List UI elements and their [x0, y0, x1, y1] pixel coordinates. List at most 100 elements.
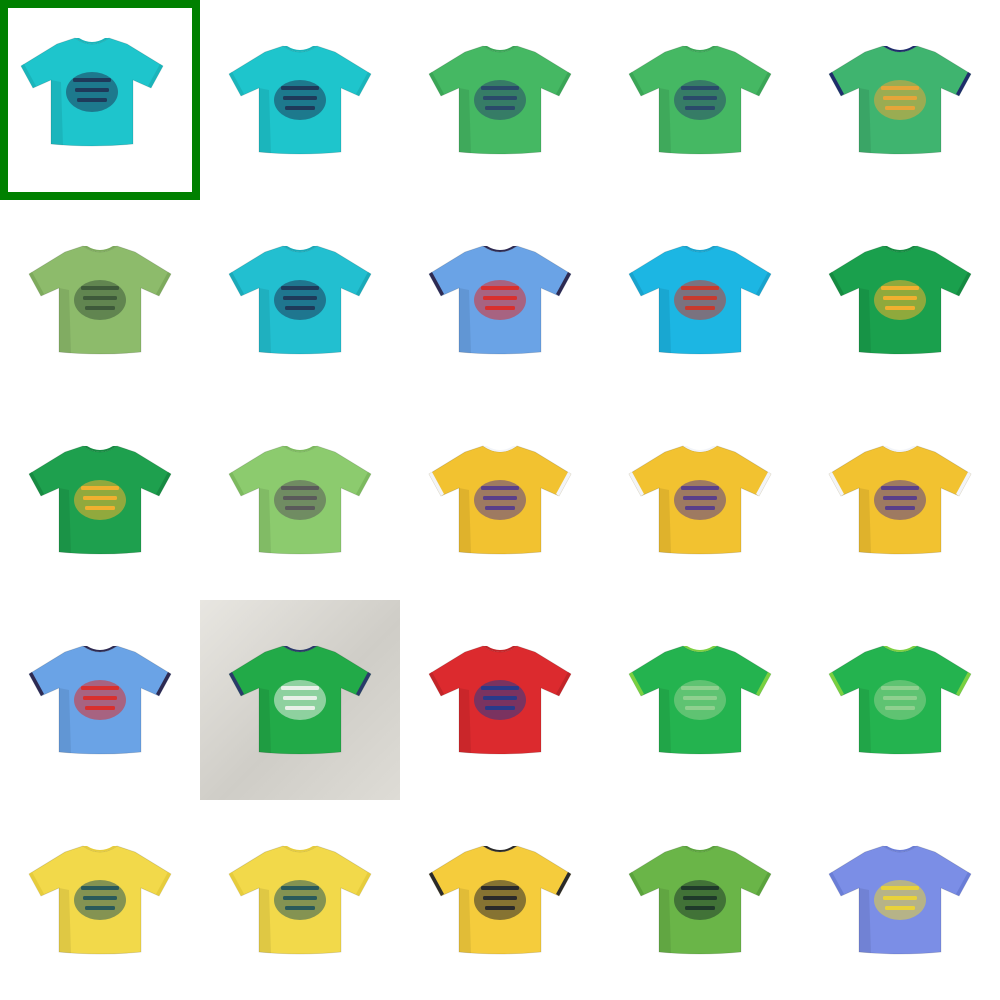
shirt-shade — [259, 688, 271, 753]
chest-print-graphic — [874, 680, 926, 720]
tshirt-olive-motorcycle-print — [28, 245, 172, 355]
tshirt-green-boys-club-print — [428, 45, 572, 155]
chest-print-graphic — [274, 280, 326, 320]
chest-print-graphic — [474, 480, 526, 520]
tshirt-green-pooh-print — [828, 45, 972, 155]
shirt-shade — [459, 88, 471, 153]
tshirt-green-phoenix-print — [628, 845, 772, 955]
result-thumbnail[interactable] — [800, 600, 1000, 800]
tshirt-lightgreen-sketch-print — [228, 445, 372, 555]
shirt-shade — [659, 888, 671, 953]
shirt-shade — [459, 488, 471, 553]
result-thumbnail[interactable] — [0, 400, 200, 600]
tshirt-green-crest-print — [228, 645, 372, 755]
result-thumbnail[interactable] — [400, 0, 600, 200]
chest-print-graphic — [474, 280, 526, 320]
result-thumbnail[interactable] — [400, 200, 600, 400]
result-thumbnail[interactable] — [400, 400, 600, 600]
shirt-shade — [659, 288, 671, 353]
result-thumbnail[interactable] — [600, 600, 800, 800]
result-thumbnail[interactable] — [600, 400, 800, 600]
result-thumbnail[interactable] — [800, 0, 1000, 200]
chest-print-graphic — [274, 880, 326, 920]
tshirt-yellow-motorace-print — [28, 845, 172, 955]
tshirt-yellow-miami-beach-print — [428, 445, 572, 555]
tshirt-yellow-motorace-print — [228, 845, 372, 955]
chest-print-graphic — [474, 880, 526, 920]
shirt-shade — [859, 88, 871, 153]
tshirt-yellow-miami-beach-print — [828, 445, 972, 555]
tshirt-green-basketball-print — [28, 445, 172, 555]
tshirt-yellow-miami-beach-print — [628, 445, 772, 555]
result-thumbnail[interactable] — [600, 200, 800, 400]
result-thumbnail[interactable] — [200, 800, 400, 1000]
chest-print-graphic — [874, 80, 926, 120]
shirt-shade — [59, 288, 71, 353]
chest-print-graphic — [74, 280, 126, 320]
chest-print-graphic — [674, 80, 726, 120]
chest-print-graphic — [474, 680, 526, 720]
chest-print-graphic — [674, 480, 726, 520]
result-thumbnail[interactable] — [800, 800, 1000, 1000]
chest-print-graphic — [274, 480, 326, 520]
shirt-shade — [259, 888, 271, 953]
result-thumbnail[interactable] — [400, 800, 600, 1000]
tshirt-aqua-authentic-print — [20, 37, 164, 147]
result-thumbnail[interactable] — [600, 800, 800, 1000]
tshirt-green-basketball-print — [828, 245, 972, 355]
tshirt-yellow-good-looks-print — [428, 845, 572, 955]
result-thumbnail[interactable] — [400, 600, 600, 800]
chest-print-graphic — [674, 280, 726, 320]
tshirt-cyan-stop-print — [628, 245, 772, 355]
result-thumbnail[interactable] — [200, 200, 400, 400]
selected-result-thumbnail[interactable] — [0, 0, 200, 200]
shirt-shade — [859, 288, 871, 353]
chest-print-graphic — [274, 680, 326, 720]
shirt-shade — [259, 288, 271, 353]
tshirt-green-boys-club-print — [628, 45, 772, 155]
chest-print-graphic — [874, 880, 926, 920]
tshirt-periwinkle-love-print — [828, 845, 972, 955]
image-results-grid — [0, 0, 1000, 1000]
shirt-shade — [659, 88, 671, 153]
tshirt-green-crew-california-print — [828, 645, 972, 755]
tshirt-aqua-authentic-print — [228, 245, 372, 355]
result-thumbnail[interactable] — [200, 400, 400, 600]
chest-print-graphic — [674, 680, 726, 720]
chest-print-graphic — [74, 680, 126, 720]
shirt-shade — [859, 688, 871, 753]
chest-print-graphic — [274, 80, 326, 120]
tshirt-green-crew-california-print — [628, 645, 772, 755]
shirt-shade — [59, 888, 71, 953]
chest-print-graphic — [74, 880, 126, 920]
shirt-shade — [659, 688, 671, 753]
shirt-shade — [859, 888, 871, 953]
shirt-shade — [859, 488, 871, 553]
shirt-shade — [459, 888, 471, 953]
result-thumbnail[interactable] — [200, 0, 400, 200]
shirt-shade — [259, 88, 271, 153]
shirt-shade — [59, 688, 71, 753]
tshirt-red-superhero-print — [428, 645, 572, 755]
chest-print-graphic — [74, 480, 126, 520]
result-thumbnail[interactable] — [200, 600, 400, 800]
result-thumbnail[interactable] — [0, 800, 200, 1000]
shirt-shade — [259, 488, 271, 553]
tshirt-aqua-authentic-print — [228, 45, 372, 155]
result-thumbnail[interactable] — [800, 400, 1000, 600]
tshirt-blue-champs-print — [428, 245, 572, 355]
shirt-shade — [459, 288, 471, 353]
result-thumbnail[interactable] — [0, 200, 200, 400]
result-thumbnail[interactable] — [0, 600, 200, 800]
chest-print-graphic — [66, 72, 118, 112]
result-thumbnail[interactable] — [800, 200, 1000, 400]
shirt-shade — [659, 488, 671, 553]
result-thumbnail[interactable] — [600, 0, 800, 200]
chest-print-graphic — [474, 80, 526, 120]
shirt-shade — [459, 688, 471, 753]
shirt-shade — [51, 80, 63, 145]
chest-print-graphic — [674, 880, 726, 920]
chest-print-graphic — [874, 480, 926, 520]
chest-print-graphic — [874, 280, 926, 320]
tshirt-blue-champs-print — [28, 645, 172, 755]
